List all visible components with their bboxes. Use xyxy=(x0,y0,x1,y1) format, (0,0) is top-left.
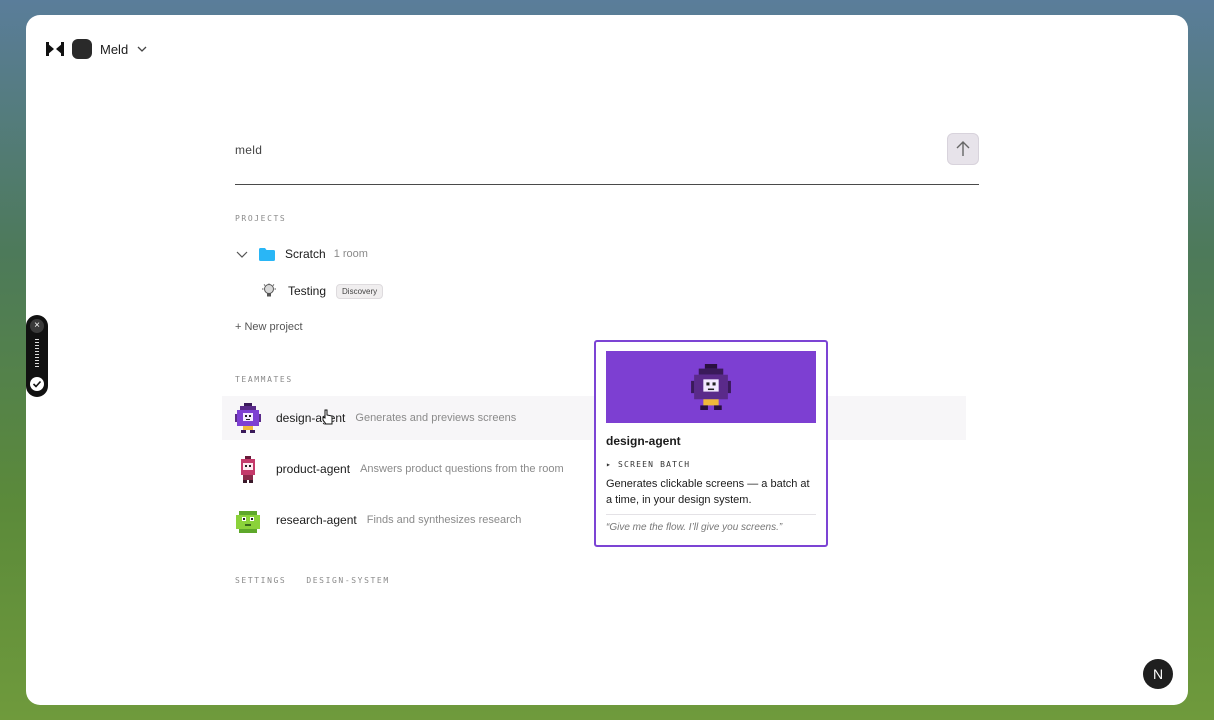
app-window: Meld meld PROJECTS Scratch 1 room Testin… xyxy=(26,15,1188,705)
send-button[interactable] xyxy=(947,133,979,165)
product-agent-avatar-icon xyxy=(241,456,255,483)
teammates-section-title: TEAMMATES xyxy=(235,375,293,384)
card-banner xyxy=(606,351,816,423)
settings-link[interactable]: SETTINGS xyxy=(235,576,286,585)
agent-name[interactable]: product-agent xyxy=(276,462,350,476)
card-skill-label: ▸ SCREEN BATCH xyxy=(606,460,691,469)
close-icon[interactable]: × xyxy=(30,319,44,333)
card-divider xyxy=(606,514,816,515)
agent-name[interactable]: design-agent xyxy=(276,411,345,425)
card-description: Generates clickable screens — a batch at… xyxy=(606,478,810,506)
projects-section-title: PROJECTS xyxy=(235,214,287,223)
project-row-scratch[interactable]: Scratch 1 room xyxy=(235,244,368,264)
new-project-button[interactable]: + New project xyxy=(235,321,303,333)
research-agent-avatar-icon xyxy=(236,511,260,533)
room-name[interactable]: Testing xyxy=(288,284,326,298)
chevron-down-icon xyxy=(137,46,147,52)
meld-logo-icon xyxy=(46,41,64,57)
card-title: design-agent xyxy=(606,434,681,448)
project-room-count: 1 room xyxy=(333,248,368,260)
agent-hover-card: design-agent ▸ SCREEN BATCH Generates cl… xyxy=(594,340,828,547)
workspace-switcher[interactable]: Meld xyxy=(46,39,148,59)
agent-description: Answers product questions from the room xyxy=(360,463,564,475)
arrow-up-icon xyxy=(956,141,970,156)
help-button[interactable]: N xyxy=(1143,659,1173,689)
prompt-text[interactable]: meld xyxy=(235,143,262,157)
agent-description: Generates and previews screens xyxy=(355,412,517,424)
agent-description: Finds and synthesizes research xyxy=(366,514,522,526)
lightbulb-icon xyxy=(262,283,276,297)
hand-cursor-icon xyxy=(322,409,333,425)
chevron-down-icon[interactable] xyxy=(235,247,249,261)
agent-name[interactable]: research-agent xyxy=(276,513,357,527)
screen-recorder-toolbar: × xyxy=(26,315,48,397)
workspace-name: Meld xyxy=(100,41,129,57)
design-agent-avatar-icon xyxy=(235,403,261,433)
design-system-link[interactable]: DESIGN-SYSTEM xyxy=(306,576,389,585)
prompt-input[interactable]: meld xyxy=(235,133,979,185)
room-row-testing[interactable]: Testing Discovery xyxy=(262,282,384,300)
project-name[interactable]: Scratch xyxy=(285,247,326,261)
audio-level-icon xyxy=(35,339,39,369)
checkmark-icon[interactable] xyxy=(30,377,44,391)
design-agent-avatar-icon xyxy=(691,364,731,410)
folder-icon xyxy=(259,247,275,261)
footer-links: SETTINGS DESIGN-SYSTEM xyxy=(235,576,390,585)
room-type-badge: Discovery xyxy=(336,283,384,299)
card-quote: “Give me the flow. I’ll give you screens… xyxy=(606,522,783,533)
workspace-avatar xyxy=(72,39,92,59)
